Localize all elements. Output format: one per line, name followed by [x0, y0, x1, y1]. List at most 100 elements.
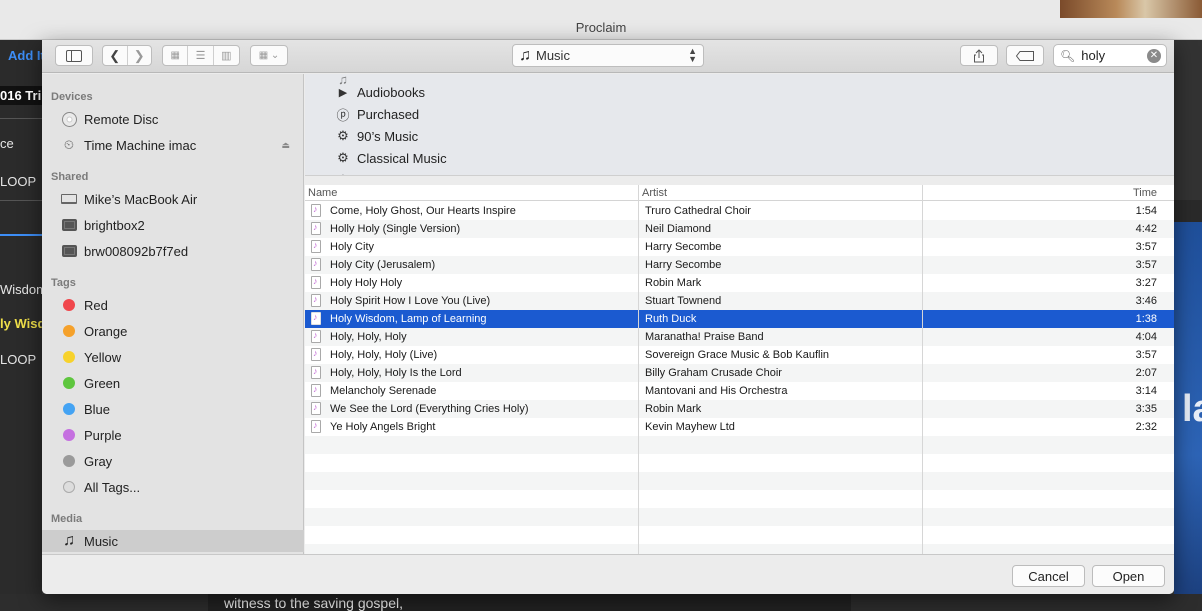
- clear-search-icon[interactable]: ✕: [1147, 49, 1161, 63]
- audio-file-icon: [311, 384, 321, 397]
- track-artist: Neil Diamond: [645, 223, 712, 235]
- table-header: Name Artist Time: [305, 185, 1174, 201]
- table-row[interactable]: Holy, Holy, Holy Is the Lord Billy Graham…: [305, 364, 1174, 382]
- track-name: Holy Wisdom, Lamp of Learning: [330, 313, 487, 325]
- sidebar-item-tag-green[interactable]: Green: [42, 372, 304, 394]
- sidebar-section-tags: Tags: [51, 277, 76, 289]
- icon-view-button[interactable]: ▦: [163, 46, 189, 65]
- background-item-active: ly Wisd: [0, 316, 42, 331]
- sidebar-item-music[interactable]: ♫ Music: [42, 530, 304, 552]
- app-title: Proclaim: [575, 20, 627, 35]
- playlist-item-90s-music[interactable]: ⚙ 90’s Music: [335, 126, 418, 146]
- eject-icon[interactable]: ⏏: [281, 140, 290, 151]
- list-view-button[interactable]: ☰: [188, 46, 214, 65]
- sidebar-item-tag-gray[interactable]: Gray: [42, 450, 304, 472]
- sidebar-item-brw008092b7f7ed[interactable]: brw008092b7f7ed: [42, 240, 304, 262]
- track-time: 4:04: [1135, 331, 1157, 343]
- track-artist: Billy Graham Crusade Choir: [645, 367, 782, 379]
- table-row[interactable]: Holly Holy (Single Version) Neil Diamond 4…: [305, 220, 1174, 238]
- updown-arrows-icon: ▲ ▼: [688, 46, 697, 64]
- sidebar-item-tag-red[interactable]: Red: [42, 294, 304, 316]
- column-divider[interactable]: [922, 185, 923, 555]
- location-popup[interactable]: ♫ Music ▲ ▼: [512, 44, 704, 67]
- background-item: ce: [0, 136, 14, 151]
- preview-text: la: [1182, 388, 1202, 430]
- audio-file-icon: [311, 402, 321, 415]
- table-row[interactable]: Holy City Harry Secombe 3:57: [305, 238, 1174, 256]
- table-row[interactable]: Holy, Holy, Holy (Live) Sovereign Grace M…: [305, 346, 1174, 364]
- column-view-button[interactable]: ▥: [214, 46, 239, 65]
- audio-file-icon: [311, 366, 321, 379]
- sidebar-toggle-button[interactable]: [55, 45, 93, 66]
- sidebar-item-all-tags[interactable]: All Tags...: [42, 476, 304, 498]
- add-it-button[interactable]: Add It: [8, 48, 42, 63]
- forward-button[interactable]: ❯: [128, 46, 152, 65]
- music-note-icon: ♫: [63, 532, 75, 549]
- playlist-item-partial[interactable]: ⚙: [335, 170, 357, 175]
- playlist-label: Classical Music: [357, 150, 447, 166]
- green-tag-dot-icon: [63, 377, 75, 389]
- table-row[interactable]: Come, Holy Ghost, Our Hearts Inspire Trur…: [305, 202, 1174, 220]
- dialog-toolbar: ❮ ❯ ▦ ☰ ▥ ▦ ⌄ ♫ Music ▲ ▼ 🔍︎ holy ✕: [42, 40, 1174, 73]
- track-name: Holy, Holy, Holy: [330, 331, 407, 343]
- monitor-icon: [61, 219, 77, 231]
- background-item: LOOP: [0, 352, 37, 367]
- time-machine-icon: ⏲: [63, 137, 75, 152]
- table-row[interactable]: Ye Holy Angels Bright Kevin Mayhew Ltd 2:3…: [305, 418, 1174, 436]
- sidebar-item-label: Red: [84, 297, 108, 313]
- empty-table-row: [305, 454, 1174, 472]
- background-sidebar: Add It 016 Tri ce LOOP Wisdom ly Wisd LO…: [0, 40, 42, 611]
- sidebar-item-label: Blue: [84, 401, 111, 417]
- sidebar-item-time-machine[interactable]: ⏲ Time Machine imac ⏏: [42, 134, 304, 156]
- table-row[interactable]: We See the Lord (Everything Cries Holy) R…: [305, 400, 1174, 418]
- track-name: Holy City: [330, 241, 375, 253]
- search-input[interactable]: holy: [1081, 48, 1105, 63]
- dialog-footer: Cancel Open: [42, 554, 1174, 594]
- table-row[interactable]: Holy City (Jerusalem) Harry Secombe 3:57: [305, 256, 1174, 274]
- back-button[interactable]: ❮: [103, 46, 128, 65]
- open-button[interactable]: Open: [1092, 565, 1165, 587]
- audiobook-icon: ▶︎: [338, 86, 348, 99]
- empty-table-row: [305, 508, 1174, 526]
- laptop-icon: [61, 194, 77, 204]
- track-name: Holy City (Jerusalem): [330, 259, 436, 271]
- table-row[interactable]: Holy Holy Holy Robin Mark 3:27: [305, 274, 1174, 292]
- sidebar-item-macbook-air[interactable]: Mike’s MacBook Air: [42, 188, 304, 210]
- sidebar-item-tag-orange[interactable]: Orange: [42, 320, 304, 342]
- share-button[interactable]: [960, 45, 998, 66]
- playlist-item-classical-music[interactable]: ⚙ Classical Music: [335, 148, 447, 168]
- track-name: Holy, Holy, Holy Is the Lord: [330, 367, 462, 379]
- search-field[interactable]: 🔍︎ holy ✕: [1053, 44, 1167, 67]
- table-row[interactable]: Holy, Holy, Holy Maranatha! Praise Band 4:…: [305, 328, 1174, 346]
- column-header-time[interactable]: Time: [1133, 187, 1157, 199]
- gray-tag-dot-icon: [63, 455, 75, 467]
- arrange-button[interactable]: ▦ ⌄: [250, 45, 288, 66]
- background-item: LOOP: [0, 174, 37, 189]
- track-time: 3:35: [1135, 403, 1157, 415]
- track-name: We See the Lord (Everything Cries Holy): [330, 403, 529, 415]
- audio-file-icon: [311, 330, 321, 343]
- track-name: Holly Holy (Single Version): [330, 223, 461, 235]
- track-name: Melancholy Serenade: [330, 385, 437, 397]
- tag-button[interactable]: [1006, 45, 1044, 66]
- column-divider[interactable]: [638, 185, 639, 555]
- track-time: 3:57: [1135, 241, 1157, 253]
- sidebar-item-brightbox2[interactable]: brightbox2: [42, 214, 304, 236]
- sidebar-item-tag-yellow[interactable]: Yellow: [42, 346, 304, 368]
- table-row[interactable]: Holy Spirit How I Love You (Live) Stuart …: [305, 292, 1174, 310]
- background-preview: la: [1174, 40, 1202, 611]
- cancel-button[interactable]: Cancel: [1012, 565, 1085, 587]
- track-artist: Sovereign Grace Music & Bob Kauflin: [645, 349, 830, 361]
- column-header-artist[interactable]: Artist: [642, 187, 667, 199]
- view-mode-control: ▦ ☰ ▥: [162, 45, 240, 66]
- sidebar-item-tag-purple[interactable]: Purple: [42, 424, 304, 446]
- column-header-name[interactable]: Name: [308, 187, 337, 199]
- table-row[interactable]: Melancholy Serenade Mantovani and His Orc…: [305, 382, 1174, 400]
- sidebar-item-tag-blue[interactable]: Blue: [42, 398, 304, 420]
- table-row[interactable]: Holy Wisdom, Lamp of Learning Ruth Duck 1:…: [305, 310, 1174, 328]
- empty-table-row: [305, 436, 1174, 454]
- playlist-item-audiobooks[interactable]: ▶︎ Audiobooks: [335, 82, 425, 102]
- playlist-item-purchased[interactable]: ⓟ Purchased: [335, 104, 419, 124]
- back-forward-control: ❮ ❯: [102, 45, 152, 66]
- sidebar-item-remote-disc[interactable]: Remote Disc: [42, 108, 304, 130]
